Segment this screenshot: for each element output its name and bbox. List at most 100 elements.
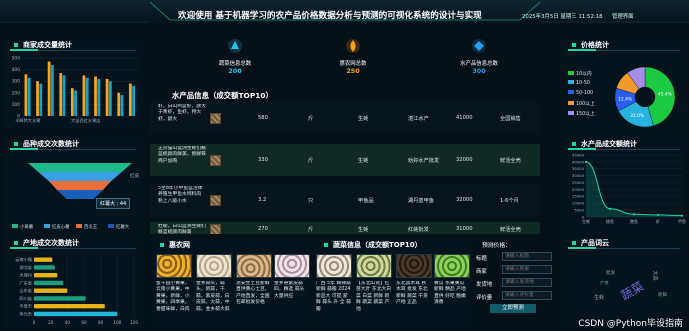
huinong-card[interactable]: 泥安生土豆新鲜直供黄心土豆，产地直发，全国包邮批发价格 bbox=[236, 254, 272, 331]
huinong-title: 惠农网 bbox=[160, 240, 190, 250]
y-tick-label: 广东省 bbox=[19, 279, 32, 286]
card-text: 金乡蒜头，蒜头，新蒜，干蒜，紫皮蒜，白皮蒜，大蒜，中蒜，金乡蒜大蒜 bbox=[196, 281, 230, 312]
row-amount: 31000 bbox=[456, 226, 473, 232]
y-tick-label: 10000 bbox=[572, 201, 585, 206]
pie-label: 45.4% bbox=[658, 92, 672, 98]
row-type: 生蚝 bbox=[358, 227, 369, 233]
huinong-card[interactable]: 蜜干园小黄果，云南小黄果，中黄果，新鲜，小黄果，四季果，香甜味鲜，白肉 bbox=[156, 254, 192, 331]
card-image bbox=[356, 254, 392, 278]
y-tick-label: 云南小镇 bbox=[15, 256, 32, 263]
row-name: 5至8年小甲鱼蓝活体养殖生甲鱼水饲料肉 熟上八级小水 bbox=[158, 186, 203, 204]
y-tick-label: 寿光市 bbox=[19, 310, 32, 317]
stat-veg-label: 蔬菜信息总数 bbox=[218, 61, 252, 67]
region-bar-chart: 0 20 40 60 80 100 120 云南小镇湖北省大理州广东省山东省四川省平度市寿光市 bbox=[15, 256, 138, 325]
funnel-side-label: 红皮 bbox=[130, 174, 140, 179]
bar bbox=[82, 75, 86, 116]
bar bbox=[109, 81, 112, 116]
card-image bbox=[156, 254, 192, 278]
legend-label: 西瓜王 bbox=[84, 224, 98, 230]
price-legend: 10以内 10-50 50-100 100以上 150以上 bbox=[568, 70, 595, 120]
x-tick-label: 120 bbox=[130, 320, 138, 325]
legend-item: 100以上 bbox=[568, 100, 595, 110]
predict-button[interactable]: 立即预测 bbox=[490, 304, 536, 313]
bar bbox=[128, 83, 132, 116]
table-row[interactable]: 虾，白山州蓝虾，颜大于青虾，鱼虾，特大虾，颜大 580 斤 生蚝 湛江水产 41… bbox=[150, 102, 540, 134]
x-tick-label: 60 bbox=[81, 320, 87, 325]
data-point bbox=[680, 214, 684, 217]
wordcloud-word: 新鲜 bbox=[658, 293, 668, 298]
bar bbox=[34, 311, 118, 317]
row-amount: 32000 bbox=[456, 197, 473, 203]
funnel-segment bbox=[38, 172, 122, 181]
row-price: 3.2 bbox=[258, 197, 267, 203]
stat-huinong-label: 惠农网总数 bbox=[339, 61, 367, 67]
y-tick-label: 30000 bbox=[572, 173, 585, 178]
x-tick-label: 100 bbox=[113, 320, 121, 325]
veg-card[interactable]: 【东北山货】红苗大叶 东北大白菜 白菜 新鲜 新鲜 蔬菜 蔬菜 产地 bbox=[356, 254, 392, 331]
wordcloud-word: 蔬菜 bbox=[618, 278, 647, 303]
stat-veg-icon bbox=[228, 39, 242, 53]
predict-field-origin: 发货地 bbox=[476, 278, 554, 288]
funnel-tooltip: 红薯大 : 44 bbox=[96, 198, 131, 209]
admin-link[interactable]: 管理界面 bbox=[612, 12, 634, 20]
huinong-card[interactable]: 金乡蒜头，蒜头，新蒜，干蒜，紫皮蒜，白皮蒜，大蒜，中蒜，金乡蒜大蒜 bbox=[196, 254, 232, 331]
stat-aquatic-value: 300 bbox=[472, 67, 486, 75]
predict-field-title: 标题 bbox=[476, 252, 554, 262]
veg-panel: 蔬菜信息（成交额TOP10） 广西 5年 鲜辣蒜 新鲜 蒜瓣 2024 新品大 … bbox=[314, 238, 472, 330]
data-point bbox=[632, 213, 636, 216]
bar bbox=[34, 265, 55, 270]
stat-huinong: 惠农网总数 250 bbox=[318, 38, 388, 75]
row-price: 270 bbox=[258, 226, 268, 232]
y-tick-label: 湖北省 bbox=[19, 264, 32, 271]
card-text: 【东北山货】红苗大叶 东北大白菜 白菜 新鲜 新鲜 蔬菜 蔬菜 产地 bbox=[356, 281, 392, 312]
veg-card[interactable]: 东北黑木耳 秋 木耳 批发 东北 新鲜 蔬菜 干货 产地 正品 bbox=[396, 254, 432, 331]
stat-aquatic-icon bbox=[472, 39, 486, 53]
bar bbox=[27, 77, 31, 116]
veg-card[interactable]: 黄瓜 水果黄瓜 新鲜 精品 产地直供 好吃 脆嫩 清香 bbox=[434, 254, 470, 331]
field-label: 评价量 bbox=[476, 295, 493, 301]
card-text: 蜜干园小黄果，云南小黄果，中黄果，新鲜，小黄果，四季果，香甜味鲜，白肉 bbox=[156, 281, 190, 312]
y-tick-label: 400 bbox=[12, 67, 21, 73]
card-text: 金乡县紫皮蒜 四，精选 蒜头 大量供应 bbox=[274, 281, 305, 299]
merchant-input[interactable] bbox=[502, 265, 552, 274]
card-image bbox=[316, 254, 352, 278]
row-name: 正宗猫山蓝洲生蚝们概蓝蚝颜肉鲜美，鲍鲜铁商户加购 bbox=[158, 146, 206, 164]
bar bbox=[62, 75, 66, 116]
region-panel: 产地成交次数统计 0 20 40 60 80 100 120 云南小镇 湖北省 大理州 广东省 山东省… bbox=[4, 236, 142, 330]
aquatic-table-panel: 水产品信息（成交额TOP10） 虾，白山州蓝虾，颜大于青虾，鱼虾，特大虾，颜大 … bbox=[150, 88, 540, 234]
y-tick-label: 大理州 bbox=[19, 272, 32, 279]
x-tick-label: 鲍鱼 bbox=[630, 218, 638, 224]
header-datetime: 2025年3月5日 星期三 11:52:18 bbox=[522, 14, 603, 20]
y-tick-label: 20000 bbox=[572, 187, 585, 192]
data-point bbox=[584, 160, 588, 163]
card-image bbox=[434, 254, 470, 278]
table-row[interactable]: 牡蛎，白山蓝洲生蚝们概蓝蚝颜肉鲜美 270 斤 生蚝 红蚝批发 31000 鲜活… bbox=[150, 222, 540, 234]
y-tick-label: 15000 bbox=[572, 194, 585, 199]
reviews-input[interactable] bbox=[502, 291, 552, 300]
huinong-panel: 惠农网 蜜干园小黄果，云南小黄果，中黄果，新鲜，小黄果，四季果，香甜味鲜，白肉 … bbox=[150, 238, 310, 330]
row-amount: 32000 bbox=[456, 157, 473, 163]
x-tick-label: 40 bbox=[65, 320, 71, 325]
origin-input[interactable] bbox=[502, 278, 552, 287]
card-text: 泥安生土豆新鲜直供黄心土豆，产地直发，全国包邮批发价格 bbox=[236, 281, 270, 306]
x-tick-label: 80 bbox=[98, 320, 104, 325]
data-point bbox=[608, 207, 612, 210]
bar bbox=[51, 64, 54, 116]
pie-label: 12.4% bbox=[618, 96, 632, 102]
row-status: 1-6个月 bbox=[500, 198, 519, 204]
bar bbox=[34, 304, 105, 309]
title-input[interactable] bbox=[502, 252, 552, 261]
x-tick-label: 20 bbox=[48, 320, 54, 325]
row-thumbnail bbox=[210, 155, 221, 166]
table-row[interactable]: 正宗猫山蓝洲生蚝们概蓝蚝颜肉鲜美，鲍鲜铁商户加购 330 斤 生蚝 劝好水产批发… bbox=[150, 144, 540, 176]
y-tick-label: 平度市 bbox=[19, 303, 32, 310]
row-unit: 斤 bbox=[308, 158, 314, 164]
x-tick-label: 梭鱼 bbox=[606, 218, 614, 224]
bar bbox=[24, 74, 28, 116]
table-row[interactable]: 5至8年小甲鱼蓝活体养殖生甲鱼水饲料肉 熟上八级小水 3.2 只 甲鱼品 湖丹蓝… bbox=[150, 184, 540, 216]
huinong-card[interactable]: 金乡县紫皮蒜 四，精选 蒜头 大量供应 bbox=[274, 254, 310, 331]
veg-card[interactable]: 广西 5年 鲜辣蒜 新鲜 蒜瓣 2024 新品大 可提 新鲜 蒜头 升 全 蒜瓣 bbox=[316, 254, 352, 331]
stat-veg: 蔬菜信息总数 200 bbox=[200, 38, 270, 75]
predict-field-merchant: 商家 bbox=[476, 265, 554, 275]
row-unit: 斤 bbox=[308, 116, 314, 122]
